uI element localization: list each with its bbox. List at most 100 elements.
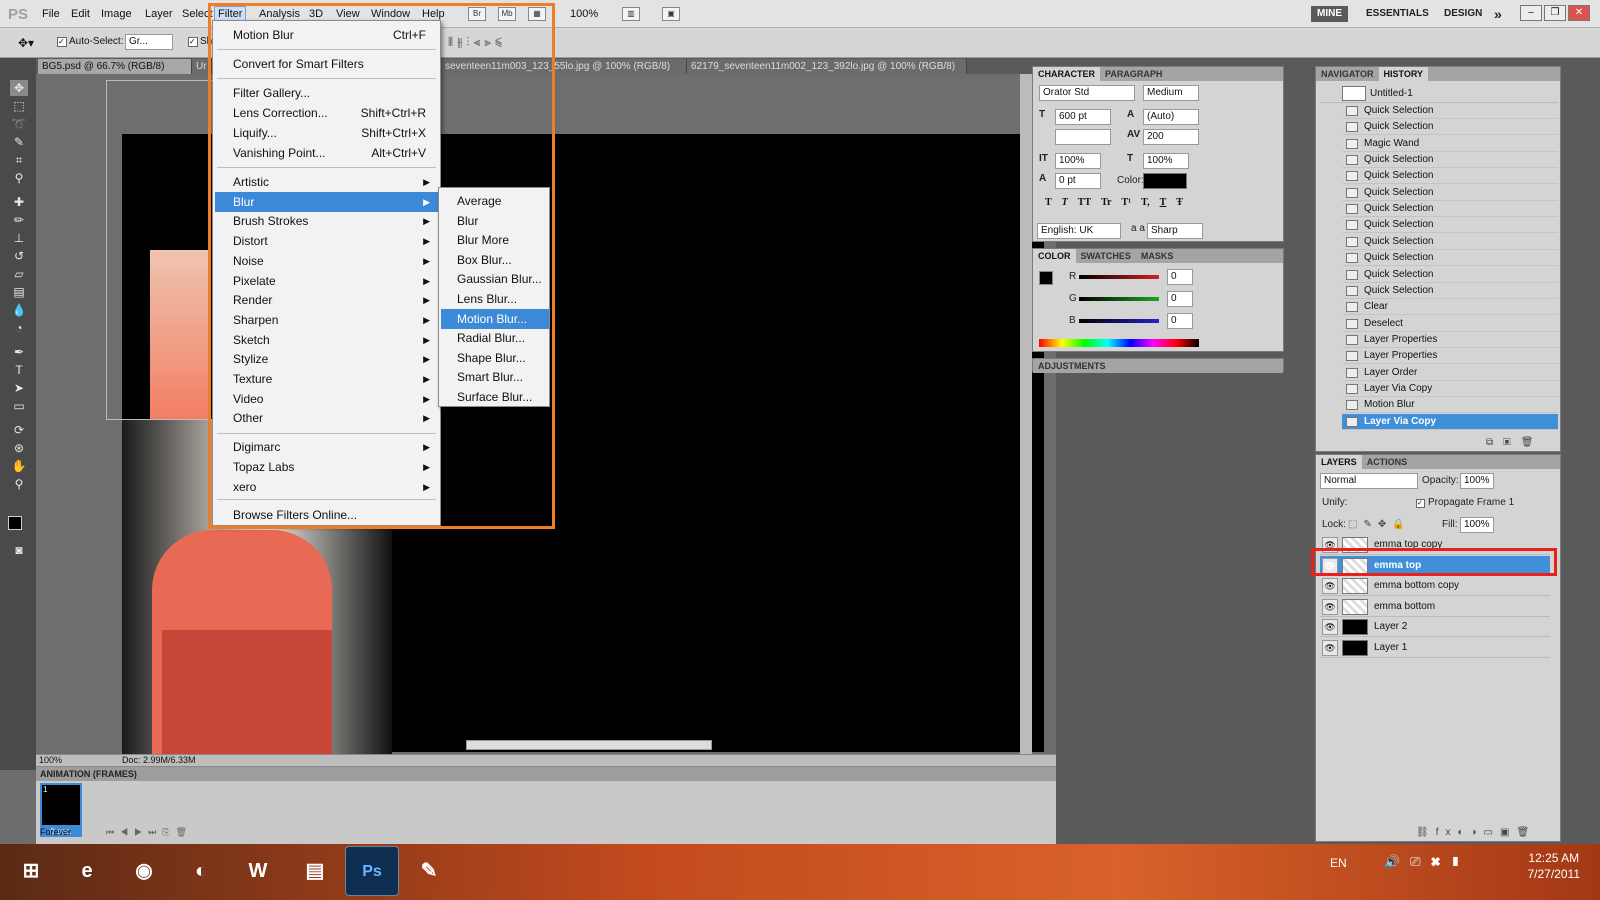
lock-icons[interactable]: ⬚✎✥🔒	[1348, 519, 1411, 530]
history-state[interactable]: Layer Properties	[1342, 332, 1558, 348]
history-brush-tool-icon[interactable]: ↺	[10, 248, 28, 264]
faux-bold-button[interactable]: T	[1045, 197, 1052, 208]
eye-icon[interactable]: 👁	[1322, 639, 1338, 656]
history-state[interactable]: Quick Selection	[1342, 185, 1558, 201]
hand-tool-icon[interactable]: ✋	[10, 458, 28, 474]
font-size-field[interactable]: 600 pt	[1055, 109, 1111, 125]
layer-row[interactable]: 👁 Layer 1	[1320, 638, 1550, 658]
zoom-level[interactable]: 100%	[570, 8, 598, 20]
show-transform-checkbox[interactable]: ✓	[188, 37, 198, 47]
small-caps-button[interactable]: Tr	[1101, 197, 1111, 208]
history-state[interactable]: Deselect	[1342, 316, 1558, 332]
all-caps-button[interactable]: TT	[1078, 197, 1091, 208]
explorer-icon[interactable]: ▤	[288, 846, 342, 896]
layer-row[interactable]: 👁 Layer 2	[1320, 617, 1550, 637]
tab-paragraph[interactable]: PARAGRAPH	[1100, 67, 1167, 81]
baseline-shift-field[interactable]: 0 pt	[1055, 173, 1101, 189]
menu-layer[interactable]: Layer	[145, 8, 173, 20]
language-select[interactable]: English: UK	[1037, 223, 1121, 239]
eye-icon[interactable]: 👁	[1322, 619, 1338, 635]
marquee-tool-icon[interactable]: ⬚	[10, 98, 28, 114]
red-channel-value[interactable]: 0	[1167, 269, 1193, 285]
healing-brush-tool-icon[interactable]: ✚	[10, 194, 28, 210]
language-indicator[interactable]: EN	[1330, 856, 1347, 870]
horizontal-scale-field[interactable]: 100%	[1143, 153, 1189, 169]
opacity-field[interactable]: 100%	[1460, 473, 1494, 489]
tab-navigator[interactable]: NAVIGATOR	[1316, 67, 1379, 81]
history-footer-icons[interactable]: ⧉▣🗑	[1486, 437, 1543, 448]
horizontal-scrollbar[interactable]	[466, 740, 712, 750]
restore-icon[interactable]: ❐	[1544, 5, 1566, 21]
tab-adjustments[interactable]: ADJUSTMENTS	[1033, 359, 1111, 373]
animation-frame-1[interactable]: 1	[40, 783, 82, 827]
auto-select-dropdown[interactable]: Gr...	[125, 34, 173, 50]
color-foreground-swatch[interactable]	[1039, 271, 1053, 285]
chrome-icon[interactable]: ◉	[117, 846, 171, 896]
crop-tool-icon[interactable]: ⌗	[10, 152, 28, 168]
tab-character[interactable]: CHARACTER	[1033, 67, 1100, 81]
more-workspaces-icon[interactable]: »	[1494, 6, 1502, 22]
history-state[interactable]: Quick Selection	[1342, 234, 1558, 250]
font-style-select[interactable]: Medium	[1143, 85, 1199, 101]
red-channel-slider[interactable]	[1079, 275, 1159, 279]
quick-selection-tool-icon[interactable]: ✎	[10, 134, 28, 150]
history-state[interactable]: Quick Selection	[1342, 250, 1558, 267]
move-tool-icon[interactable]: ✥	[10, 80, 28, 96]
workspace-mine[interactable]: MINE	[1311, 6, 1348, 22]
close-icon[interactable]: ✕	[1568, 5, 1590, 21]
menu-edit[interactable]: Edit	[71, 8, 90, 20]
paint-icon[interactable]: ✎	[402, 846, 456, 896]
auto-select-checkbox[interactable]: ✓	[57, 37, 67, 47]
faux-italic-button[interactable]: T	[1062, 197, 1068, 208]
history-state[interactable]: Quick Selection	[1342, 201, 1558, 218]
3d-rotate-tool-icon[interactable]: ⟳	[10, 422, 28, 438]
system-tray-icons[interactable]: 🔊⎚✖▮	[1384, 854, 1470, 870]
eye-icon[interactable]: 👁	[1322, 598, 1338, 615]
blur-tool-icon[interactable]: 💧	[10, 302, 28, 318]
history-state[interactable]: Quick Selection	[1342, 168, 1558, 185]
history-state[interactable]: Quick Selection	[1342, 152, 1558, 169]
history-state[interactable]: Layer Order	[1342, 365, 1558, 381]
tab-layers[interactable]: LAYERS	[1316, 455, 1362, 469]
status-zoom[interactable]: 100%	[39, 755, 62, 765]
taskbar-clock[interactable]: 12:25 AM 7/27/2011	[1528, 850, 1581, 882]
history-snapshot[interactable]: Untitled-1	[1320, 85, 1558, 103]
tab-color[interactable]: COLOR	[1033, 249, 1076, 263]
playback-controls[interactable]: ⏮◀▶⏭⎘🗑	[106, 827, 193, 838]
start-orb-icon[interactable]: ⊞	[4, 846, 58, 896]
history-state[interactable]: Layer Via Copy	[1342, 381, 1558, 397]
superscript-button[interactable]: T¹	[1122, 197, 1132, 208]
underline-button[interactable]: T	[1160, 197, 1167, 208]
color-spectrum-ramp[interactable]	[1039, 339, 1199, 347]
history-state[interactable]: Quick Selection	[1342, 119, 1558, 136]
fill-field[interactable]: 100%	[1460, 517, 1494, 533]
firefox-icon[interactable]: ◐	[174, 846, 228, 896]
brush-tool-icon[interactable]: ✏	[10, 212, 28, 228]
3d-orbit-tool-icon[interactable]: ⊛	[10, 440, 28, 456]
propagate-frame-checkbox[interactable]: ✓	[1416, 499, 1425, 508]
blue-channel-value[interactable]: 0	[1167, 313, 1193, 329]
menu-image[interactable]: Image	[101, 8, 132, 20]
font-family-select[interactable]: Orator Std	[1039, 85, 1135, 101]
tracking-field[interactable]: 200	[1143, 129, 1199, 145]
history-state[interactable]: Magic Wand	[1342, 136, 1558, 152]
antialias-select[interactable]: Sharp	[1147, 223, 1203, 239]
loop-select[interactable]: Forever	[40, 827, 71, 837]
tab-actions[interactable]: ACTIONS	[1362, 455, 1413, 469]
shape-tool-icon[interactable]: ▭	[10, 398, 28, 414]
tab-bg5[interactable]: BG5.psd @ 66.7% (RGB/8)	[38, 59, 192, 74]
layers-footer-icons[interactable]: ⛓fx◐◑▭▣🗑	[1416, 827, 1536, 838]
menu-file[interactable]: File	[42, 8, 60, 20]
layer-row[interactable]: 👁 emma bottom copy	[1320, 576, 1550, 596]
internet-explorer-icon[interactable]: e	[60, 846, 114, 896]
tab-masks[interactable]: MASKS	[1136, 249, 1179, 263]
history-state[interactable]: Quick Selection	[1342, 103, 1558, 119]
zoom-tool-icon[interactable]: ⚲	[10, 476, 28, 492]
photoshop-icon[interactable]: Ps	[345, 846, 399, 896]
arrange-documents-icon[interactable]: ▥	[622, 7, 640, 21]
history-state[interactable]: Quick Selection	[1342, 217, 1558, 234]
foreground-color-swatch[interactable]	[8, 516, 22, 530]
leading-field[interactable]: (Auto)	[1143, 109, 1199, 125]
history-state[interactable]: Motion Blur	[1342, 397, 1558, 414]
eye-icon[interactable]: 👁	[1322, 578, 1338, 594]
